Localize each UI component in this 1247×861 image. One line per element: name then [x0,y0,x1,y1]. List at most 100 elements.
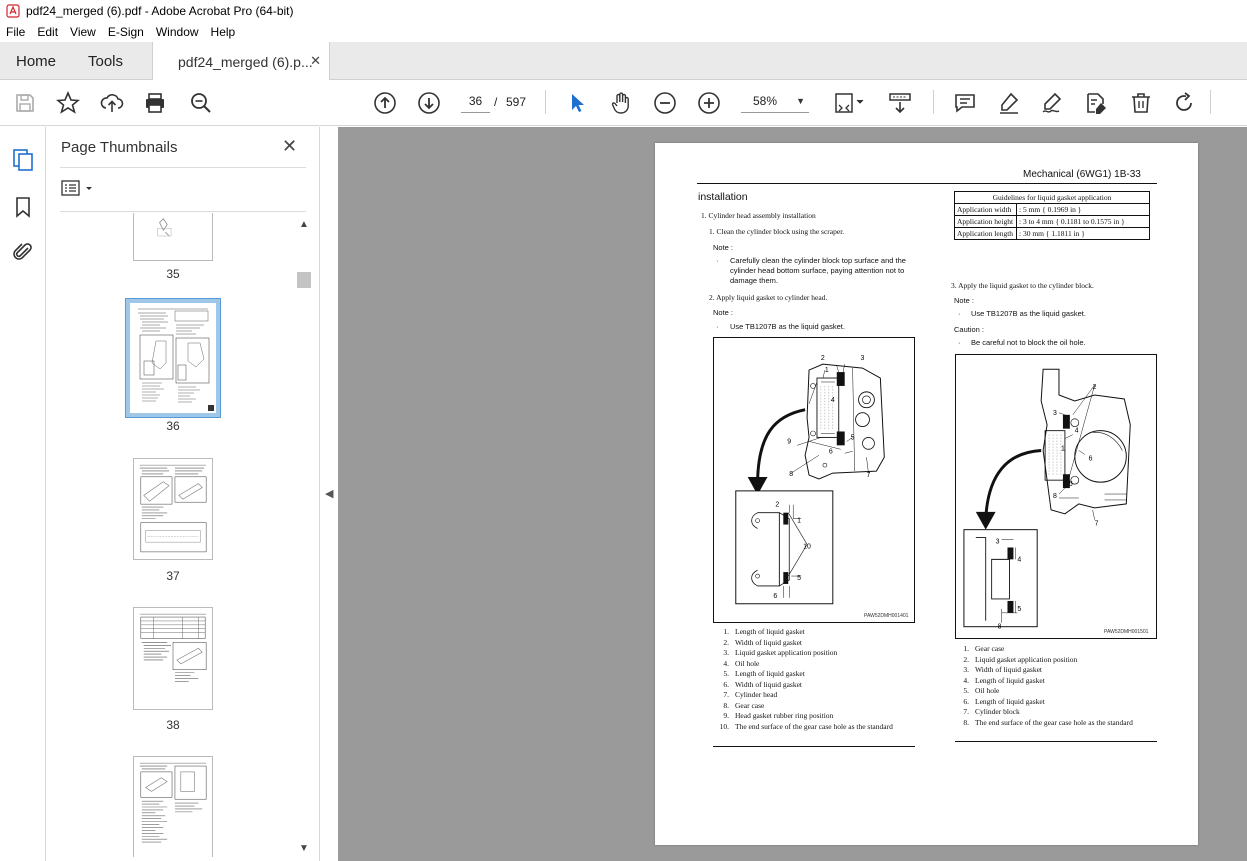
caution-text: Be careful not to block the oil hole. [971,338,1086,347]
zoom-out-icon[interactable] [653,91,677,115]
callout-4: 4 [1075,428,1079,435]
tab-home[interactable]: Home [16,53,56,70]
left-rail [0,127,46,861]
callout-9: 9 [787,438,791,445]
callout-8b: 8 [998,624,1002,631]
menu-bar: File Edit View E-Sign Window Help [0,22,1247,42]
panel-divider [60,211,306,212]
tab-tools[interactable]: Tools [88,53,123,70]
note-bullet: · [958,338,961,347]
callout-4b: 4 [1017,556,1021,563]
callout-5: 5 [851,434,855,441]
thumbnail-page[interactable] [133,756,213,857]
highlight-icon[interactable] [997,91,1021,115]
callout-6: 6 [829,448,833,455]
bookmarks-icon[interactable] [11,195,35,219]
legend-item: 4. Oil hole [723,658,760,668]
thumbnail-options-button[interactable] [61,179,97,199]
panel-close-icon[interactable]: ✕ [282,136,297,157]
toolbar-divider [1210,90,1211,114]
scrollbar-thumb[interactable] [297,272,311,288]
thumbnail-list: 35 36 37 38 [46,213,296,857]
zoom-in-icon[interactable] [697,91,721,115]
thumbnail-page-selected[interactable] [125,298,221,418]
rotate-icon[interactable] [1172,91,1196,115]
zoom-value: 58% [753,94,778,108]
callout-5b: 5 [797,575,801,582]
select-cursor-icon[interactable] [566,91,590,115]
collapse-panel-icon[interactable]: ◀ [325,487,333,500]
menu-file[interactable]: File [0,25,31,39]
thumbnail-page[interactable] [133,607,213,710]
callout-3: 3 [861,355,865,362]
legend-item: 8. Gear case [723,700,765,710]
menu-edit[interactable]: Edit [31,25,64,39]
legend-item: 3. Width of liquid gasket [963,665,1042,674]
legend-item: 2. Width of liquid gasket [723,637,802,647]
legend-item: 9. Head gasket rubber ring position [723,711,834,720]
toolbar-divider [545,90,546,114]
menu-window[interactable]: Window [150,25,205,39]
menu-view[interactable]: View [64,25,102,39]
delete-icon[interactable] [1129,91,1153,115]
figure-code: PAW52DMH001501 [1104,629,1149,635]
comment-icon[interactable] [953,91,977,115]
window-title: pdf24_merged (6).pdf - Adobe Acrobat Pro… [26,4,294,18]
legend-item: 8. The end surface of the gear case hole … [963,717,1133,727]
callout-6: 6 [1089,455,1093,462]
scroll-up-icon[interactable]: ▲ [299,219,309,230]
zoom-select[interactable]: 58% ▼ [741,89,809,113]
thumbnail-scrollbar[interactable]: ▲ ▼ [296,217,312,857]
page-total: 597 [506,95,527,109]
options-menu-icon [61,180,92,196]
legend-item: 7. Cylinder block [963,707,1020,716]
thumbnail-page[interactable] [133,458,213,560]
cylinder-head-diagram: 2 3 1 4 5 6 7 8 9 2 1 10 5 6 [735,355,885,605]
page-separator: / [494,95,498,109]
document-viewport[interactable]: Mechanical (6WG1) 1B-33 installation 1. … [338,127,1247,861]
callout-10: 10 [803,543,811,550]
callout-3: 3 [1053,410,1057,417]
step-1-2: 2. Apply liquid gasket to cylinder head. [709,293,828,302]
tab-document[interactable]: pdf24_merged (6).p... ✕ [152,42,330,81]
legend-item: 5. Oil hole [963,686,1000,695]
title-bar: pdf24_merged (6).pdf - Adobe Acrobat Pro… [0,0,1247,22]
panel-splitter[interactable]: ◀ [319,127,338,861]
sign-icon[interactable] [1040,91,1064,115]
fit-page-icon[interactable] [833,91,867,115]
tab-close-icon[interactable]: ✕ [310,53,321,69]
upload-icon[interactable] [100,91,124,115]
hand-icon[interactable] [609,91,633,115]
page-thumbnails-icon[interactable] [11,148,35,172]
page-up-icon[interactable] [373,91,397,115]
menu-esign[interactable]: E-Sign [102,25,150,39]
table-row: Application height : 3 to 4 mm { 0.1181 … [954,215,1150,228]
thumbnail-label: 37 [166,569,180,583]
legend-item: 3. Liquid gasket application position [723,648,838,657]
page-number-input[interactable]: 36 [461,89,490,113]
table-row: Application width : 5 mm { 0.1969 in } [954,203,1150,216]
attachments-icon[interactable] [11,240,35,264]
legend-rule [955,741,1157,742]
save-icon[interactable] [13,91,37,115]
callout-6b: 6 [773,593,777,600]
callout-1b: 1 [797,518,801,525]
redact-icon[interactable] [1084,91,1108,115]
callout-1: 1 [825,367,829,374]
thumbnail-page[interactable] [133,213,213,261]
scroll-mode-icon[interactable] [888,91,912,115]
callout-2b: 2 [775,502,779,509]
legend-item: 5. Length of liquid gasket [723,669,805,678]
scroll-down-icon[interactable]: ▼ [299,843,309,854]
section-heading: installation [698,191,748,203]
page-down-icon[interactable] [417,91,441,115]
bookmark-star-icon[interactable] [55,90,81,115]
menu-help[interactable]: Help [205,25,242,39]
find-zoom-icon[interactable] [189,91,213,115]
toolbar-divider [933,90,934,114]
print-icon[interactable] [143,91,167,115]
note-bullet: · [958,309,961,318]
callout-3b: 3 [996,539,1000,546]
main-toolbar [0,80,1247,126]
legend-item: 2. Liquid gasket application position [963,654,1078,664]
